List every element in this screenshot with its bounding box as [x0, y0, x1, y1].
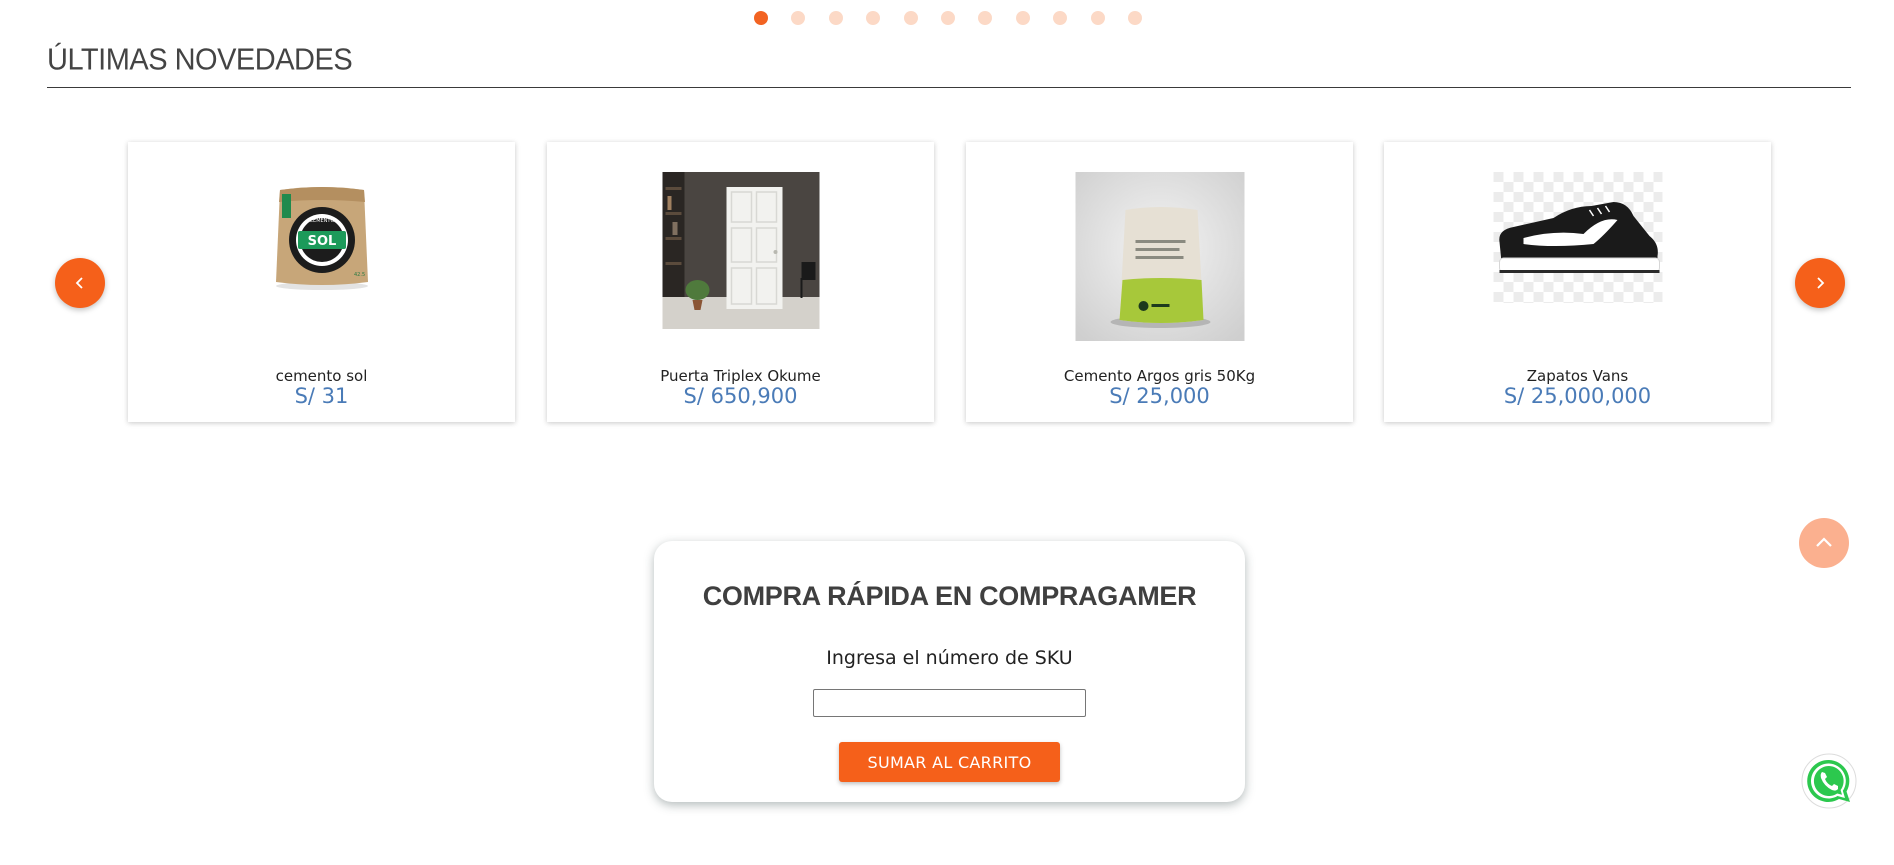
quick-buy-title: COMPRA RÁPIDA EN COMPRAGAMER [702, 581, 1197, 611]
svg-text:SOL: SOL [307, 234, 336, 249]
quick-buy-panel: COMPRA RÁPIDA EN COMPRAGAMER Ingresa el … [654, 541, 1245, 802]
product-card[interactable]: SOL CEMENTO 42.5 cemento sol S/ 31 [128, 142, 515, 422]
product-image-vans-shoe [1493, 172, 1662, 303]
product-card[interactable]: Cemento Argos gris 50Kg S/ 25,000 [966, 142, 1353, 422]
carousel-next-button[interactable] [1795, 258, 1845, 308]
product-price: S/ 650,900 [683, 384, 798, 408]
sku-input[interactable] [813, 689, 1086, 717]
product-card[interactable]: Puerta Triplex Okume S/ 650,900 [547, 142, 934, 422]
product-image-cement-sol: SOL CEMENTO 42.5 [275, 187, 368, 290]
product-price: S/ 25,000,000 [1503, 384, 1652, 408]
carousel-dot-6[interactable] [940, 11, 955, 25]
svg-text:CEMENTO: CEMENTO [309, 218, 334, 224]
section-title: ÚLTIMAS NOVEDADES [47, 43, 353, 77]
carousel-dot-9[interactable] [1053, 11, 1068, 25]
add-to-cart-button[interactable]: SUMAR AL CARRITO [839, 742, 1060, 782]
whatsapp-icon [1801, 753, 1857, 809]
product-name[interactable]: Cemento Argos gris 50Kg [966, 367, 1353, 385]
product-price: S/ 31 [294, 384, 349, 408]
carousel-dot-2[interactable] [791, 11, 806, 25]
product-image-cement-argos [1075, 172, 1244, 341]
chevron-up-icon [1816, 537, 1832, 547]
carousel-dot-3[interactable] [828, 11, 843, 25]
section-divider [47, 87, 1851, 88]
product-name[interactable]: Zapatos Vans [1384, 367, 1771, 385]
product-image-door [662, 172, 819, 329]
carousel-dot-10[interactable] [1090, 11, 1105, 25]
chevron-right-icon [1817, 277, 1825, 289]
scroll-top-button[interactable] [1799, 518, 1849, 568]
carousel-dot-4[interactable] [866, 11, 881, 25]
carousel-dot-5[interactable] [903, 11, 918, 25]
product-name[interactable]: Puerta Triplex Okume [547, 367, 934, 385]
carousel-dots [754, 11, 1165, 25]
svg-text:42.5: 42.5 [354, 272, 365, 278]
carousel-prev-button[interactable] [55, 258, 105, 308]
carousel-dot-1[interactable] [754, 11, 768, 25]
whatsapp-button[interactable] [1800, 752, 1858, 810]
carousel-dot-11[interactable] [1127, 11, 1142, 25]
product-name[interactable]: cemento sol [128, 367, 515, 385]
carousel-dot-7[interactable] [978, 11, 993, 25]
carousel-dot-8[interactable] [1015, 11, 1030, 25]
product-price: S/ 25,000 [1109, 384, 1210, 408]
sku-label: Ingresa el número de SKU [826, 647, 1073, 669]
chevron-left-icon [75, 277, 83, 289]
product-card[interactable]: Zapatos Vans S/ 25,000,000 [1384, 142, 1771, 422]
